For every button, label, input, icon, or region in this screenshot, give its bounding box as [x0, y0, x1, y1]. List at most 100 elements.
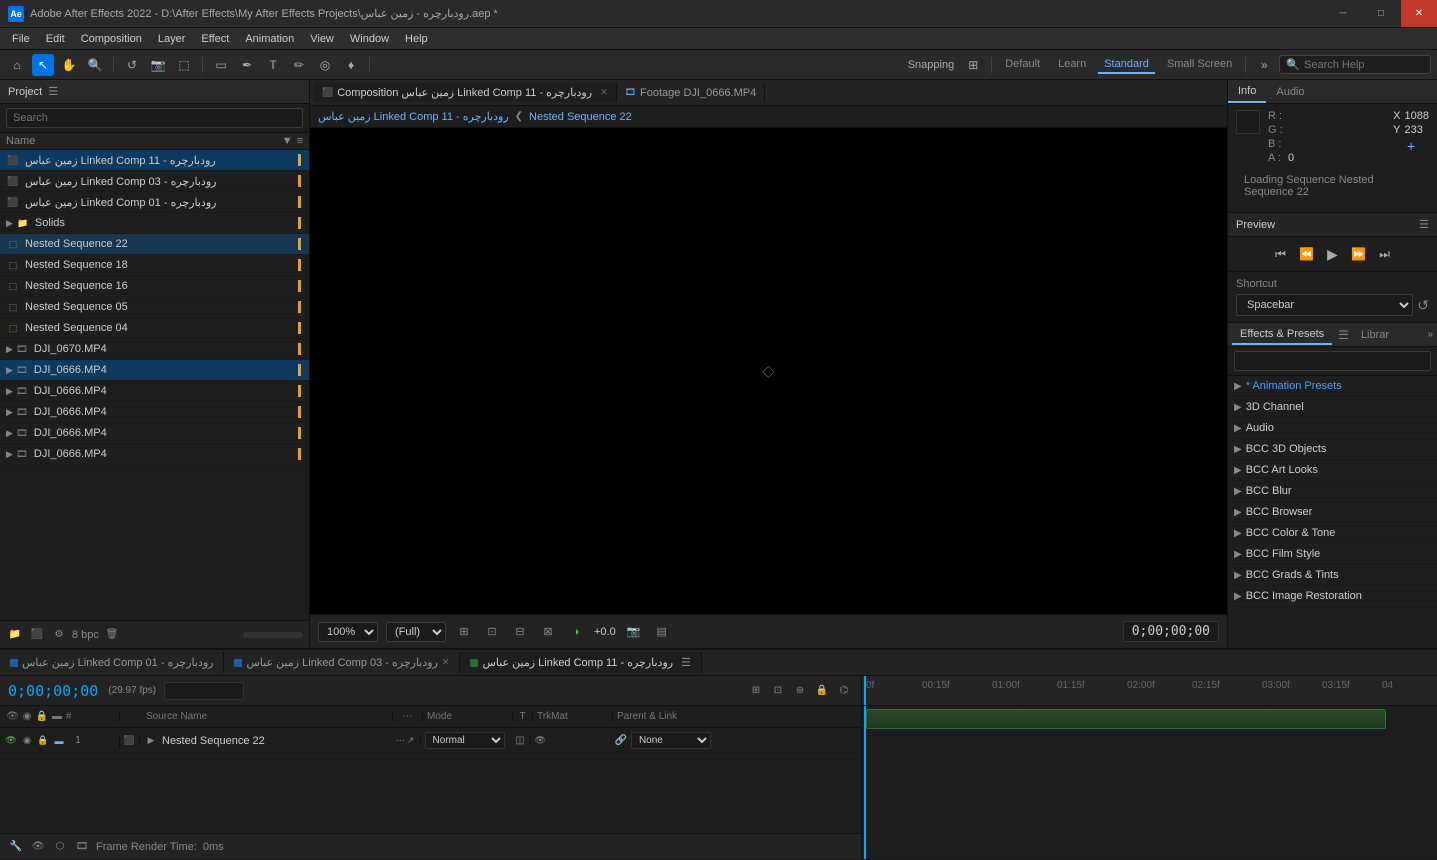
- project-menu-icon[interactable]: ☰: [48, 85, 58, 98]
- parent-select-1[interactable]: None: [631, 732, 711, 749]
- timeline-search-input[interactable]: [164, 682, 244, 700]
- list-item[interactable]: ▶ 🎞 DJI_0666.MP4: [0, 423, 309, 444]
- maximize-button[interactable]: □: [1363, 0, 1399, 27]
- rotate-tool[interactable]: ↺: [121, 54, 143, 76]
- preserve-transparency-icon-1[interactable]: ◫: [515, 735, 524, 746]
- show-channel-button[interactable]: ▤: [652, 622, 672, 642]
- color-correction-button[interactable]: ◑: [566, 622, 586, 642]
- effect-category-bcc-browser[interactable]: ▶ BCC Browser: [1228, 502, 1437, 523]
- paint-tool[interactable]: ◎: [314, 54, 336, 76]
- expand-all-button[interactable]: ⊡: [769, 682, 787, 700]
- effect-category-bcc-color-tone[interactable]: ▶ BCC Color & Tone: [1228, 523, 1437, 544]
- viewer-tab-footage[interactable]: 🎞 Footage DJI_0666.MP4: [617, 84, 766, 102]
- pen-tool[interactable]: ✒: [236, 54, 258, 76]
- tab-libraries[interactable]: Librar: [1353, 326, 1397, 344]
- project-search-input[interactable]: [6, 108, 303, 128]
- sort-icon[interactable]: ▼: [282, 135, 293, 147]
- project-settings-button[interactable]: ⚙: [50, 626, 68, 644]
- pan-tool[interactable]: ⬚: [173, 54, 195, 76]
- camera-tool[interactable]: 📷: [147, 54, 169, 76]
- list-item-nested-22[interactable]: ⬚ Nested Sequence 22: [0, 234, 309, 255]
- collapse-all-button[interactable]: ⊞: [747, 682, 765, 700]
- menu-effect[interactable]: Effect: [193, 31, 237, 47]
- preview-icon[interactable]: 👁: [30, 839, 46, 855]
- effects-panel-menu[interactable]: ☰: [1338, 328, 1349, 342]
- tab-audio[interactable]: Audio: [1266, 82, 1314, 102]
- plus-button[interactable]: +: [1393, 138, 1429, 154]
- home-button[interactable]: ⌂: [6, 54, 28, 76]
- tab-info[interactable]: Info: [1228, 81, 1266, 103]
- list-item[interactable]: ⬛ زمین عباس Linked Comp 01 - رودبارچره: [0, 192, 309, 213]
- list-item[interactable]: ▶ 🎞 DJI_0666.MP4: [0, 444, 309, 465]
- menu-layer[interactable]: Layer: [150, 31, 194, 47]
- lock-toggle-1[interactable]: 🔒: [36, 734, 50, 748]
- fit-width-button[interactable]: ⊡: [482, 622, 502, 642]
- list-item[interactable]: ⬚ Nested Sequence 05: [0, 297, 309, 318]
- close-button[interactable]: ✕: [1401, 0, 1437, 27]
- snapshot-button[interactable]: 📷: [624, 622, 644, 642]
- minimize-button[interactable]: ─: [1325, 0, 1361, 27]
- column-options-icon[interactable]: ≡: [297, 135, 303, 147]
- preview-menu-icon[interactable]: ☰: [1419, 218, 1429, 231]
- list-item[interactable]: ⬚ Nested Sequence 04: [0, 318, 309, 339]
- timeline-tab-comp01[interactable]: زمین عباس Linked Comp 01 - رودبارچره: [0, 652, 224, 673]
- effects-search-input[interactable]: [1234, 351, 1431, 371]
- timeline-tab-close[interactable]: ✕: [442, 657, 450, 668]
- menu-view[interactable]: View: [302, 31, 342, 47]
- list-item[interactable]: ▶ 🎞 DJI_0670.MP4: [0, 339, 309, 360]
- play-pause-button[interactable]: ▶: [1322, 243, 1344, 265]
- effect-category-bcc-film-style[interactable]: ▶ BCC Film Style: [1228, 544, 1437, 565]
- quality-select[interactable]: (Full) (Half): [386, 622, 446, 642]
- list-item-dji-selected[interactable]: ▶ 🎞 DJI_0666.MP4: [0, 360, 309, 381]
- render-queue-icon[interactable]: 🔧: [8, 839, 24, 855]
- new-folder-button[interactable]: 📁: [6, 626, 24, 644]
- delete-button[interactable]: 🗑: [103, 626, 121, 644]
- effect-category-3d-channel[interactable]: ▶ 3D Channel: [1228, 397, 1437, 418]
- zoom-tool[interactable]: 🔍: [84, 54, 106, 76]
- list-item[interactable]: ⬚ Nested Sequence 16: [0, 276, 309, 297]
- effect-category-bcc-image-restoration[interactable]: ▶ BCC Image Restoration: [1228, 586, 1437, 607]
- list-item[interactable]: ⬛ زمین عباس Linked Comp 03 - رودبارچره: [0, 171, 309, 192]
- effect-category-bcc-grads-tints[interactable]: ▶ BCC Grads & Tints: [1228, 565, 1437, 586]
- visibility-toggle-1[interactable]: 👁: [4, 734, 18, 748]
- flow-icon[interactable]: ⬡: [52, 839, 68, 855]
- breadcrumb-item-comp[interactable]: زمین عباس Linked Comp 11 - رودبارچره: [318, 110, 509, 123]
- effect-category-audio[interactable]: ▶ Audio: [1228, 418, 1437, 439]
- menu-help[interactable]: Help: [397, 31, 436, 47]
- tab-effects-presets[interactable]: Effects & Presets: [1232, 325, 1332, 345]
- fit-button[interactable]: ⊞: [454, 622, 474, 642]
- effect-category-bcc-blur[interactable]: ▶ BCC Blur: [1228, 481, 1437, 502]
- comp-tab-close[interactable]: ✕: [600, 87, 608, 98]
- expressions-button[interactable]: ⌬: [835, 682, 853, 700]
- parent-pick-icon-1[interactable]: 🔗: [615, 735, 627, 746]
- workspace-small-screen[interactable]: Small Screen: [1161, 56, 1238, 74]
- select-tool[interactable]: ↖: [32, 54, 54, 76]
- mode-select-1[interactable]: Normal: [425, 732, 505, 749]
- effect-category-animation-presets[interactable]: ▶ * Animation Presets: [1228, 376, 1437, 397]
- skip-to-start-button[interactable]: ⏮: [1270, 243, 1292, 265]
- timeline-tab-comp11[interactable]: زمین عباس Linked Comp 11 - رودبارچره ☰: [460, 652, 702, 673]
- lock-all-button[interactable]: 🔒: [813, 682, 831, 700]
- next-frame-button[interactable]: ⏩: [1348, 243, 1370, 265]
- brush-tool[interactable]: ✏: [288, 54, 310, 76]
- safe-zones-button[interactable]: ⊠: [538, 622, 558, 642]
- timeline-tab-menu-icon[interactable]: ☰: [681, 656, 691, 669]
- list-item[interactable]: ▶ 🎞 DJI_0666.MP4: [0, 402, 309, 423]
- snapping-toggle[interactable]: ⊞: [962, 54, 984, 76]
- more-workspaces[interactable]: »: [1253, 54, 1275, 76]
- menu-window[interactable]: Window: [342, 31, 397, 47]
- list-item[interactable]: ⬚ Nested Sequence 18: [0, 255, 309, 276]
- solo-mode-button[interactable]: ⊛: [791, 682, 809, 700]
- hand-tool[interactable]: ✋: [58, 54, 80, 76]
- list-item-solids[interactable]: ▶ 📁 Solids: [0, 213, 309, 234]
- footage-icon-footer[interactable]: 🎞: [74, 839, 90, 855]
- shortcut-reset-icon[interactable]: ↺: [1417, 297, 1429, 314]
- list-item[interactable]: ▶ 🎞 DJI_0666.MP4: [0, 381, 309, 402]
- workspace-default[interactable]: Default: [999, 56, 1046, 74]
- mask-tool[interactable]: ▭: [210, 54, 232, 76]
- layer-expand-1[interactable]: ▶: [144, 734, 158, 748]
- viewer-tab-comp[interactable]: ⬛ Composition زمین عباس Linked Comp 11 -…: [314, 83, 617, 102]
- new-comp-button[interactable]: ⬛: [28, 626, 46, 644]
- zoom-select[interactable]: 100% 50% 200%: [318, 622, 378, 642]
- solo-toggle-1[interactable]: ◉: [20, 734, 34, 748]
